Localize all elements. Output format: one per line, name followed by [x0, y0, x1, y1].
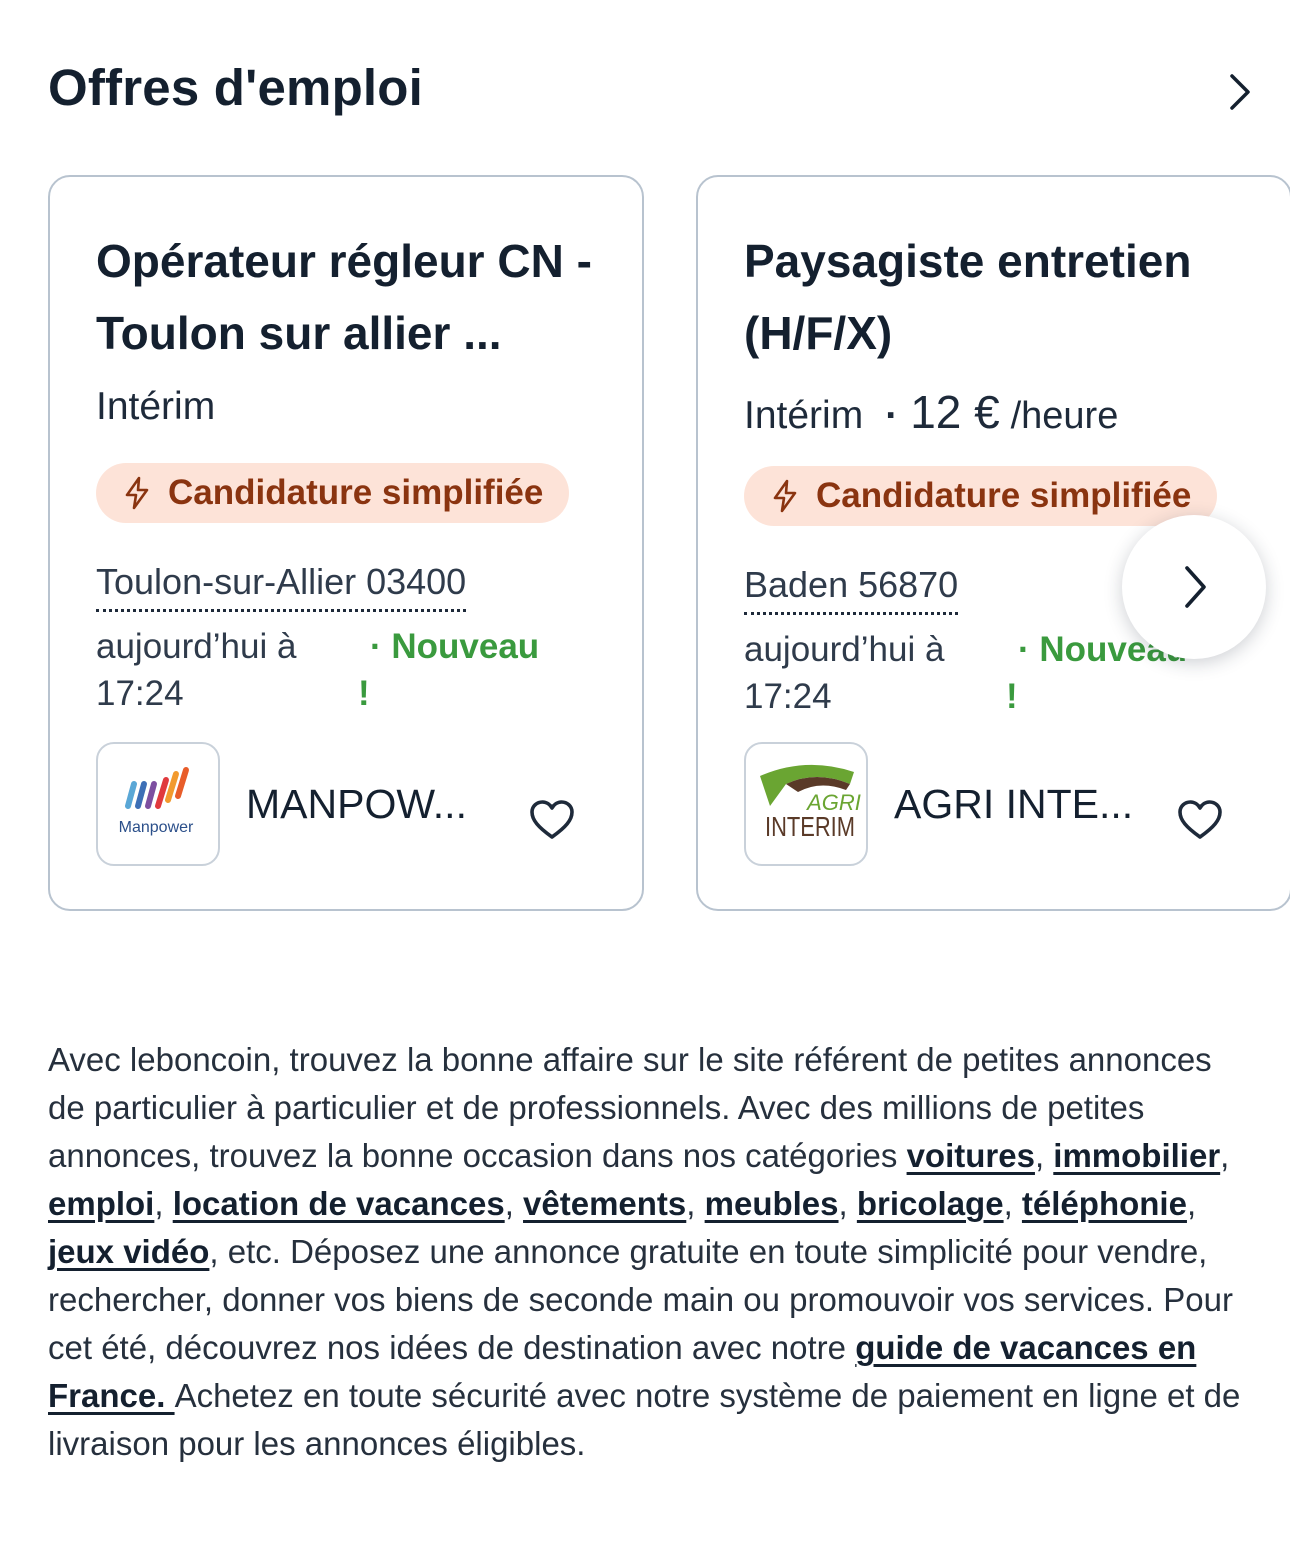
- company-name: AGRI INTE...: [894, 781, 1134, 827]
- category-link-telephonie[interactable]: téléphonie: [1022, 1185, 1187, 1222]
- carousel-next-button[interactable]: [1122, 515, 1266, 659]
- new-exclamation: !: [1006, 677, 1018, 716]
- job-title: Opérateur régleur CN - Toulon sur allier…: [96, 235, 592, 359]
- contract-type: Intérim: [744, 394, 864, 437]
- job-card[interactable]: Opérateur régleur CN - Toulon sur allier…: [48, 175, 644, 911]
- job-location[interactable]: Toulon-sur-Allier 03400: [96, 561, 467, 612]
- job-price: 12 €: [910, 386, 1000, 438]
- section-header: Offres d'emploi: [48, 58, 1268, 128]
- category-link-vetements[interactable]: vêtements: [523, 1185, 686, 1222]
- category-link-voitures[interactable]: voitures: [907, 1137, 1035, 1174]
- company-name: MANPOW...: [246, 781, 467, 827]
- svg-text:Manpower: Manpower: [119, 819, 194, 836]
- job-date: aujourd’hui à 17:24: [744, 630, 945, 716]
- section-title: Offres d'emploi: [48, 59, 424, 116]
- category-link-emploi[interactable]: emploi: [48, 1185, 154, 1222]
- job-carousel: Opérateur régleur CN - Toulon sur allier…: [0, 175, 1290, 917]
- chevron-right-icon: [1185, 566, 1206, 608]
- new-label: · Nouveau !: [358, 623, 540, 717]
- contract-type: Intérim: [96, 385, 216, 428]
- meta-separator: ·: [885, 394, 899, 437]
- seo-text: Avec leboncoin, trouvez la bonne affaire…: [48, 1041, 1241, 1462]
- company-logo-manpower: Manpower: [96, 742, 220, 866]
- category-link-location-vacances[interactable]: location de vacances: [173, 1185, 505, 1222]
- category-link-meubles[interactable]: meubles: [705, 1185, 839, 1222]
- new-exclamation: !: [358, 674, 370, 713]
- job-meta: Intérim · 12 € /heure: [744, 385, 1118, 439]
- category-link-bricolage[interactable]: bricolage: [857, 1185, 1004, 1222]
- job-location[interactable]: Baden 56870: [744, 564, 959, 615]
- badge-label: Candidature simplifiée: [168, 473, 544, 512]
- chevron-right-icon[interactable]: [1220, 70, 1260, 114]
- job-meta: Intérim: [96, 385, 215, 429]
- easy-apply-badge: Candidature simplifiée: [744, 466, 1218, 526]
- category-link-immobilier[interactable]: immobilier: [1053, 1137, 1220, 1174]
- easy-apply-badge: Candidature simplifiée: [96, 463, 570, 523]
- heart-icon[interactable]: [1176, 797, 1224, 843]
- heart-icon[interactable]: [528, 797, 576, 843]
- company-logo-agri-interim: AGRI INTERIM: [744, 742, 868, 866]
- svg-text:INTERIM: INTERIM: [765, 811, 855, 842]
- job-date: aujourd’hui à 17:24: [96, 627, 297, 713]
- new-text: · Nouveau: [370, 627, 540, 666]
- seo-outro: Achetez en toute sécurité avec notre sys…: [48, 1377, 1241, 1462]
- lightning-icon: [773, 479, 797, 513]
- job-title: Paysagiste entretien (H/F/X): [744, 235, 1192, 359]
- badge-label: Candidature simplifiée: [816, 476, 1192, 515]
- lightning-icon: [125, 476, 149, 510]
- category-link-jeux-video[interactable]: jeux vidéo: [48, 1233, 209, 1270]
- price-unit: /heure: [1010, 395, 1119, 437]
